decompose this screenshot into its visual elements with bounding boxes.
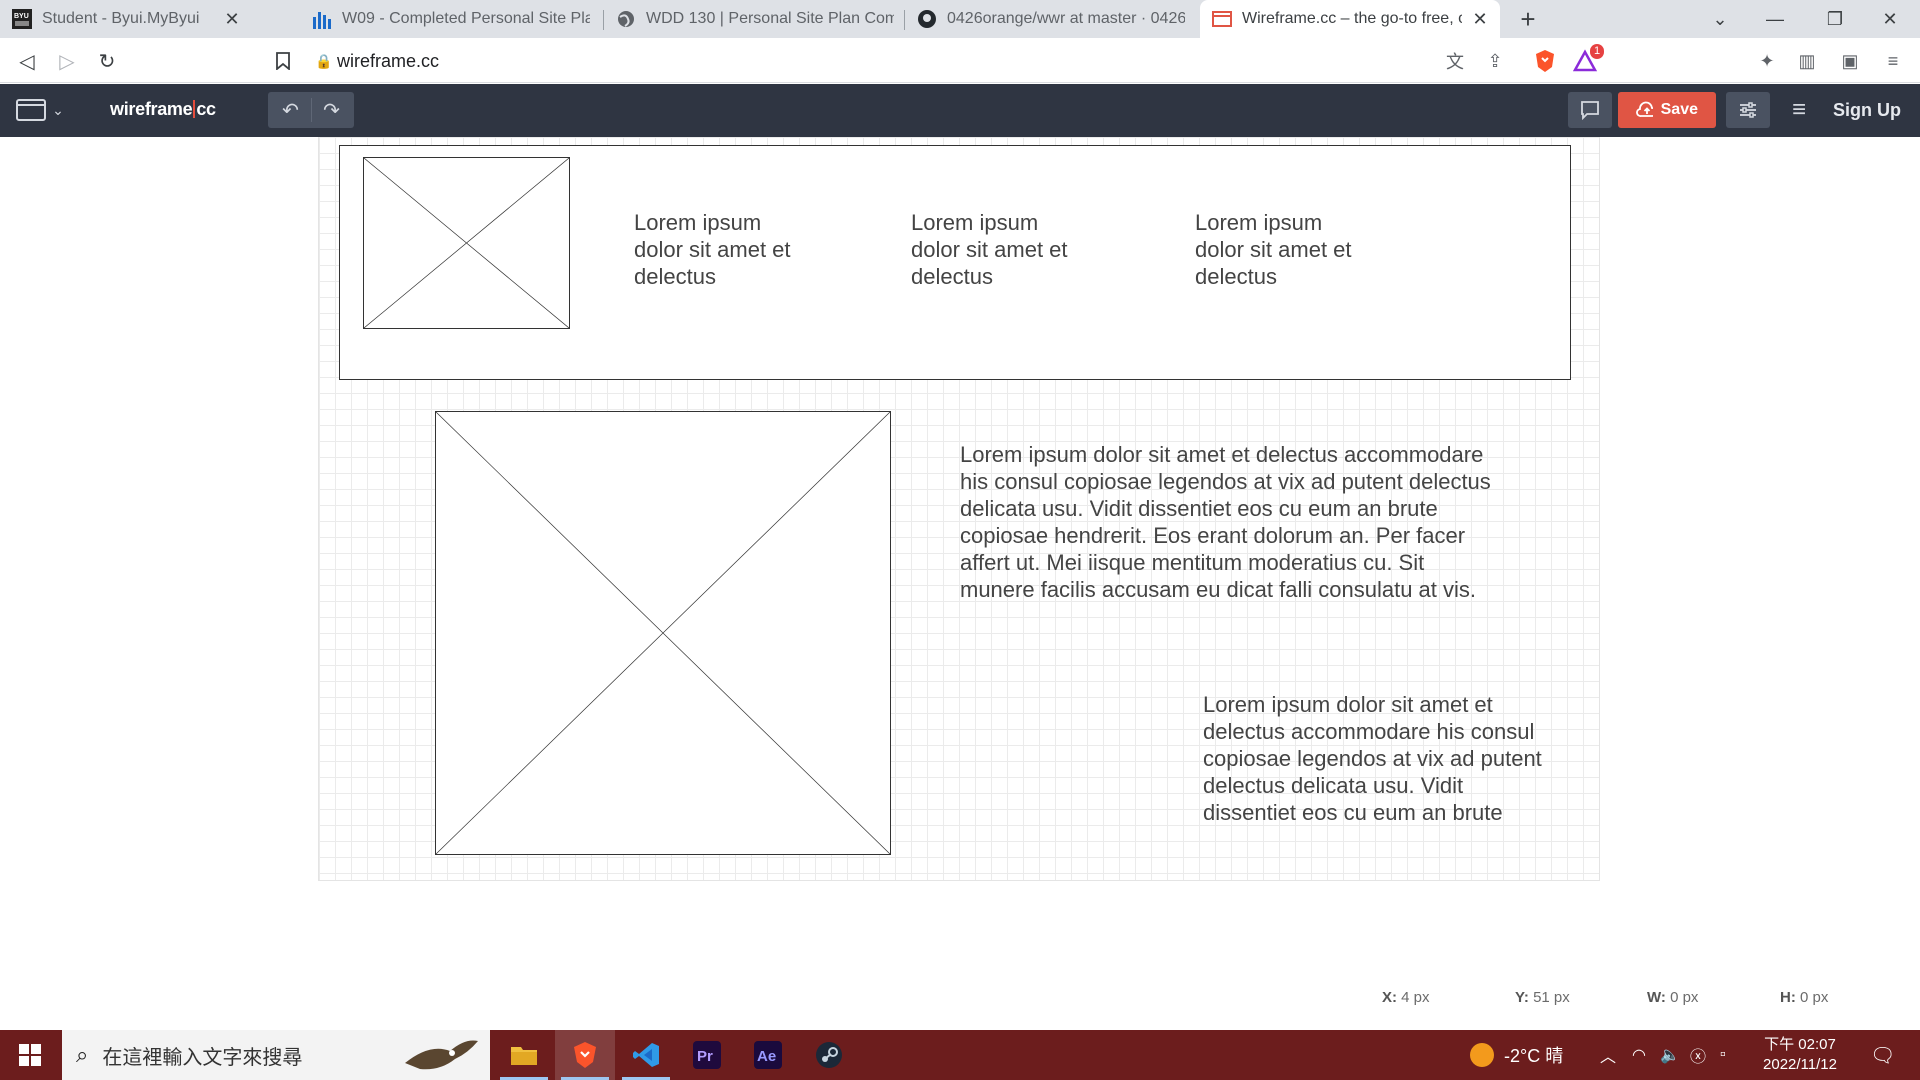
selection-readout: X: 4 px Y: 51 px W: 0 px H: 0 px <box>1370 985 1920 1009</box>
sidebar-icon[interactable]: ▥ <box>1792 46 1822 76</box>
y-readout: Y: 51 px <box>1515 989 1570 1006</box>
file-explorer-icon[interactable] <box>494 1030 554 1080</box>
close-icon[interactable]: ✕ <box>1470 9 1490 30</box>
brave-shield-icon[interactable] <box>1530 46 1560 76</box>
settings-sliders-icon[interactable] <box>1726 92 1770 128</box>
x-readout: X: 4 px <box>1382 989 1430 1006</box>
tab-title: Wireframe.cc – the go-to free, or <box>1242 10 1462 27</box>
page-type-dropdown[interactable]: ⌄ <box>10 92 70 128</box>
wireframe-favicon <box>1212 9 1232 29</box>
browser-tab-strip: BYU Student - Byui.MyByui ✕ W09 - Comple… <box>0 0 1920 38</box>
undo-icon[interactable]: ↶ <box>271 98 311 123</box>
tab-wdd130[interactable]: WDD 130 | Personal Site Plan Comp <box>604 0 904 38</box>
hamburger-menu-icon[interactable]: ≡ <box>1784 92 1814 128</box>
clock-time: 下午 02:07 <box>1764 1036 1836 1053</box>
tab-title: Student - Byui.MyByui <box>42 10 200 27</box>
close-window-icon[interactable]: ✕ <box>1860 0 1920 38</box>
new-tab-button[interactable]: + <box>1498 0 1558 38</box>
notification-badge: 1 <box>1590 44 1605 59</box>
bookmark-icon[interactable] <box>268 46 298 76</box>
sun-icon <box>1470 1043 1494 1067</box>
nav-text-2[interactable]: Lorem ipsum dolor sit amet et delectus <box>911 209 1068 290</box>
volume-icon[interactable]: 🔈 <box>1660 1030 1680 1080</box>
lock-icon: 🔒 <box>315 52 333 69</box>
image-placeholder-small[interactable] <box>363 157 570 329</box>
wifi-icon[interactable]: ◠ <box>1632 1030 1646 1080</box>
url-text: wireframe.cc <box>337 50 440 71</box>
premiere-icon[interactable]: Pr <box>677 1030 737 1080</box>
eagle-search-highlight-icon <box>405 1040 478 1070</box>
undo-redo-group: ↶ ↷ <box>268 92 354 128</box>
taskbar-search-box[interactable]: ⌕ 在這裡輸入文字來搜尋 <box>62 1030 490 1080</box>
svg-text:Pr: Pr <box>697 1048 713 1065</box>
close-icon[interactable]: ✕ <box>222 9 242 30</box>
image-placeholder-large[interactable] <box>435 411 891 855</box>
brave-icon[interactable] <box>555 1030 615 1080</box>
tab-github[interactable]: 0426orange/wwr at master · 0426or <box>905 0 1195 38</box>
tab-byui[interactable]: BYU Student - Byui.MyByui ✕ <box>0 0 252 38</box>
forward-icon[interactable]: ▷ <box>52 46 82 76</box>
tab-title: W09 - Completed Personal Site Plan <box>342 10 590 27</box>
back-icon[interactable]: ◁ <box>12 46 42 76</box>
sign-up-link[interactable]: Sign Up <box>1822 92 1912 128</box>
windows-taskbar: ⌕ 在這裡輸入文字來搜尋 Pr Ae -2°C 晴 ︿ ◠ 🔈 ⓧ ▫ 下午 0… <box>0 1030 1920 1080</box>
browser-window-icon <box>16 99 47 121</box>
svg-text:BYU: BYU <box>14 13 29 20</box>
tab-title: 0426orange/wwr at master · 0426or <box>947 10 1185 27</box>
after-effects-icon[interactable]: Ae <box>738 1030 798 1080</box>
vscode-icon[interactable] <box>616 1030 676 1080</box>
save-label: Save <box>1660 101 1698 118</box>
w-readout: W: 0 px <box>1647 989 1699 1006</box>
address-bar[interactable]: 🔒 wireframe.cc <box>315 44 1515 78</box>
tray-expand-icon[interactable]: ︿ <box>1600 1030 1616 1080</box>
search-placeholder: 在這裡輸入文字來搜尋 <box>102 1046 303 1069</box>
tab-w09[interactable]: W09 - Completed Personal Site Plan <box>300 0 600 38</box>
minimize-icon[interactable]: — <box>1745 0 1805 38</box>
steam-icon[interactable] <box>799 1030 859 1080</box>
system-clock[interactable]: 下午 02:07 2022/11/12 <box>1740 1035 1860 1075</box>
windows-logo-icon <box>19 1044 41 1066</box>
save-button[interactable]: Save <box>1618 92 1716 128</box>
tab-wireframe[interactable]: Wireframe.cc – the go-to free, or ✕ <box>1200 0 1500 38</box>
translate-icon[interactable]: 文 <box>1440 46 1470 76</box>
brave-rewards-icon[interactable]: 1 <box>1572 44 1605 76</box>
paragraph-text-2[interactable]: Lorem ipsum dolor sit amet et delectus a… <box>1203 691 1542 826</box>
wireframe-canvas[interactable]: Lorem ipsum dolor sit amet et delectus L… <box>318 137 1600 881</box>
byui-favicon: BYU <box>12 9 32 29</box>
github-favicon <box>917 9 937 29</box>
extensions-icon[interactable]: ✦ <box>1752 46 1782 76</box>
wallet-icon[interactable]: ▣ <box>1835 46 1865 76</box>
cloud-upload-icon <box>1636 101 1653 117</box>
reload-icon[interactable]: ↻ <box>92 46 122 76</box>
h-readout: H: 0 px <box>1780 989 1829 1006</box>
notification-center-icon[interactable]: 🗨 <box>1870 1030 1895 1080</box>
globe-favicon <box>616 9 636 29</box>
ime-icon[interactable]: ▫ <box>1720 1030 1726 1080</box>
tab-title: WDD 130 | Personal Site Plan Comp <box>646 10 894 27</box>
menu-icon[interactable]: ≡ <box>1878 46 1908 76</box>
chevron-down-icon: ⌄ <box>52 101 64 118</box>
paragraph-text-1[interactable]: Lorem ipsum dolor sit amet et delectus a… <box>960 441 1491 603</box>
workspace: Lorem ipsum dolor sit amet et delectus L… <box>0 137 1920 1030</box>
browser-toolbar: ◁ ▷ ↻ 🔒 wireframe.cc 文 ⇪ 1 ✦ ▥ ▣ ≡ <box>0 38 1920 83</box>
weather-widget[interactable]: -2°C 晴 <box>1470 1030 1563 1080</box>
canvas-favicon <box>312 9 332 29</box>
status-x-icon[interactable]: ⓧ <box>1690 1030 1706 1080</box>
nav-text-3[interactable]: Lorem ipsum dolor sit amet et delectus <box>1195 209 1352 290</box>
app-logo[interactable]: wireframe cc <box>110 99 216 120</box>
share-icon[interactable]: ⇪ <box>1480 46 1510 76</box>
restore-icon[interactable]: ❐ <box>1805 0 1865 38</box>
tab-search-icon[interactable]: ⌄ <box>1690 0 1750 38</box>
start-button[interactable] <box>0 1030 60 1080</box>
nav-text-1[interactable]: Lorem ipsum dolor sit amet et delectus <box>634 209 791 290</box>
app-header: ⌄ wireframe cc ↶ ↷ Save ≡ Sign Up <box>0 84 1920 137</box>
clock-date: 2022/11/12 <box>1763 1056 1837 1073</box>
comment-icon[interactable] <box>1568 92 1612 128</box>
redo-icon[interactable]: ↷ <box>312 98 352 123</box>
search-icon: ⌕ <box>76 1042 89 1067</box>
svg-text:Ae: Ae <box>757 1048 776 1065</box>
